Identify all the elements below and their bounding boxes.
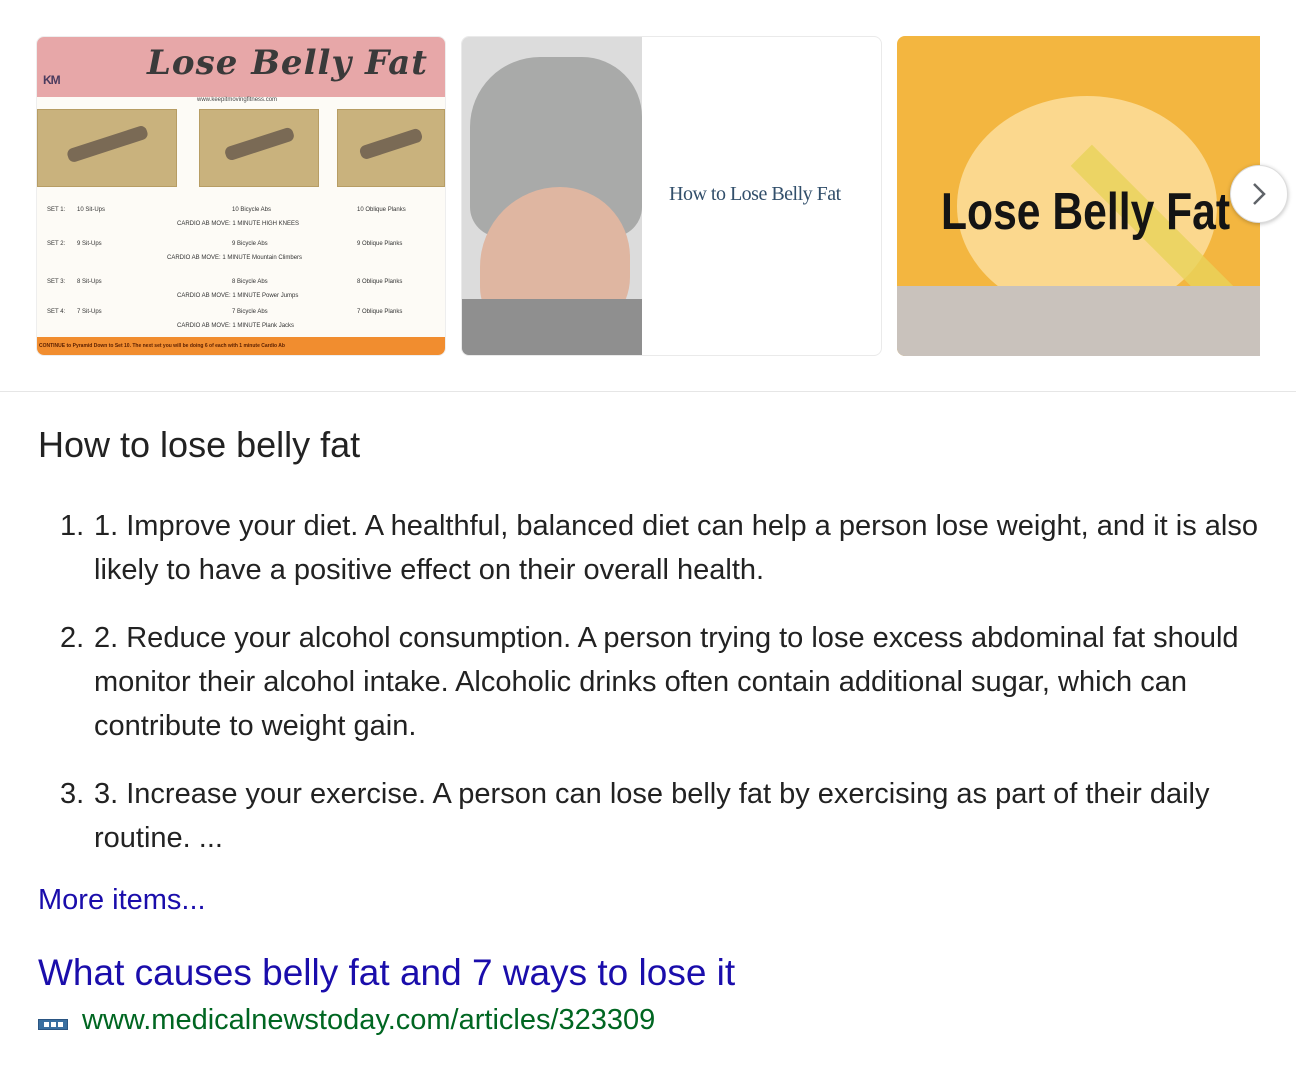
set-bicycle: 8 Bicycle Abs	[232, 279, 268, 285]
set-planks: 8 Oblique Planks	[357, 279, 403, 285]
image-carousel: KM Lose Belly Fat www.keepitmovingfitnes…	[0, 0, 1296, 392]
set-situps: 10 Sit-Ups	[77, 207, 106, 213]
set-cardio: CARDIO AB MOVE: 1 MINUTE Power Jumps	[177, 293, 299, 299]
set-bicycle: 9 Bicycle Abs	[232, 241, 268, 247]
thumb-url: www.keepitmovingfitness.com	[197, 97, 278, 103]
waist-photo	[897, 286, 1260, 356]
list-item: 1. 1. Improve your diet. A healthful, ba…	[60, 504, 1270, 592]
chevron-right-glyph	[1253, 183, 1266, 205]
mnt-favicon-icon	[38, 1019, 68, 1030]
set-situps: 9 Sit-Ups	[77, 241, 102, 247]
set-planks: 10 Oblique Planks	[357, 207, 406, 213]
set-bicycle: 10 Bicycle Abs	[232, 207, 272, 213]
set-cardio: CARDIO AB MOVE: 1 MINUTE Mountain Climbe…	[167, 255, 303, 261]
list-item-text: 3. Increase your exercise. A person can …	[94, 778, 1210, 854]
image-thumbnail-2[interactable]: How to Lose Belly Fat	[461, 36, 882, 356]
exercise-photo-situps	[37, 109, 177, 187]
thumb-caption: How to Lose Belly Fat	[669, 183, 841, 205]
steps-list: 1. 1. Improve your diet. A healthful, ba…	[60, 504, 1270, 884]
list-number: 1.	[60, 510, 85, 542]
thumb-title: Lose Belly Fat	[147, 43, 429, 83]
snippet-heading: How to lose belly fat	[38, 424, 361, 465]
image-thumbnail-3[interactable]: Lose Belly Fat	[897, 36, 1260, 356]
list-number: 3.	[60, 778, 85, 810]
list-item: 2. 2. Reduce your alcohol consumption. A…	[60, 616, 1270, 748]
image-thumbnail-1[interactable]: KM Lose Belly Fat www.keepitmovingfitnes…	[36, 36, 446, 356]
exercise-photo-bicycle	[199, 109, 319, 187]
list-item-text: 2. Reduce your alcohol consumption. A pe…	[94, 622, 1239, 742]
list-item: 3. 3. Increase your exercise. A person c…	[60, 772, 1270, 860]
result-url[interactable]: www.medicalnewstoday.com/articles/323309	[82, 1004, 655, 1037]
set-planks: 7 Oblique Planks	[357, 309, 403, 315]
pants-shape	[462, 299, 642, 355]
thumb-footer: CONTINUE to Pyramid Down to Set 10. The …	[37, 337, 445, 355]
set-cardio: CARDIO AB MOVE: 1 MINUTE Plank Jacks	[177, 323, 295, 329]
set-planks: 9 Oblique Planks	[357, 241, 403, 247]
exercise-photo-plank	[337, 109, 445, 187]
set-label: SET 2:	[47, 241, 66, 247]
set-label: SET 4:	[47, 309, 66, 315]
set-label: SET 1:	[47, 207, 66, 213]
result-title-link[interactable]: What causes belly fat and 7 ways to lose…	[38, 952, 735, 994]
list-number: 2.	[60, 622, 85, 654]
set-label: SET 3:	[47, 279, 66, 285]
list-item-text: 1. Improve your diet. A healthful, balan…	[94, 510, 1258, 586]
belly-photo	[462, 37, 642, 355]
set-cardio: CARDIO AB MOVE: 1 MINUTE HIGH KNEES	[177, 221, 300, 227]
chevron-right-icon[interactable]	[1230, 165, 1288, 223]
km-logo: KM	[43, 73, 61, 87]
set-bicycle: 7 Bicycle Abs	[232, 309, 268, 315]
thumb-caption: Lose Belly Fat	[941, 183, 1231, 241]
more-items-link[interactable]: More items...	[38, 884, 206, 917]
set-situps: 7 Sit-Ups	[77, 309, 102, 315]
set-situps: 8 Sit-Ups	[77, 279, 102, 285]
